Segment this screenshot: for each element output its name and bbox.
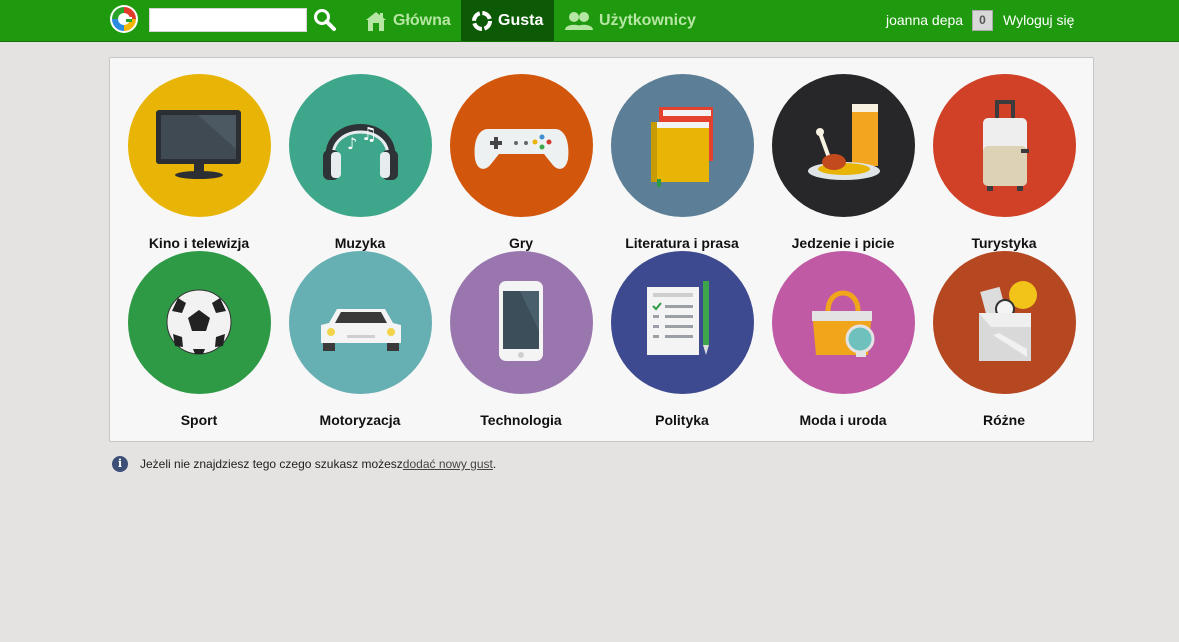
gamepad-icon [474, 129, 569, 169]
category-tile-sport[interactable]: Sport [119, 251, 279, 428]
category-circle [772, 251, 915, 394]
category-label: Jedzenie i picie [791, 235, 895, 251]
category-label: Sport [180, 412, 218, 428]
nav-item-gusta-label: Gusta [498, 11, 544, 29]
category-label: Polityka [655, 412, 709, 428]
category-tile-motoryzacja[interactable]: Motoryzacja [280, 251, 440, 428]
category-circle [450, 251, 593, 394]
box-icon [979, 281, 1037, 361]
smartphone-icon [499, 281, 543, 361]
football-icon [166, 289, 232, 355]
gusta-ring-icon [472, 10, 492, 31]
category-label: Muzyka [334, 235, 386, 251]
category-tile-polityka[interactable]: Polityka [602, 251, 762, 428]
category-label: Moda i uroda [799, 412, 887, 428]
info-icon: i [112, 456, 128, 472]
category-label: Turystyka [971, 235, 1037, 251]
category-tile-rozne[interactable]: Różne [924, 251, 1084, 428]
category-circle [933, 74, 1076, 217]
category-circle: ♪ ♫ [289, 74, 432, 217]
category-circle [611, 74, 754, 217]
category-circle [933, 251, 1076, 394]
nav-item-gusta[interactable]: Gusta [461, 0, 554, 41]
food-icon [808, 104, 880, 180]
add-new-gust-link[interactable]: dodać nowy gust [403, 457, 493, 471]
user-profile-link[interactable]: joanna depa [886, 12, 963, 28]
headphones-icon: ♪ ♫ [323, 124, 398, 180]
svg-text:♫: ♫ [361, 124, 377, 145]
tv-icon [156, 110, 241, 179]
info-message: i Jeżeli nie znajdziesz tego czego szuka… [112, 456, 496, 472]
svg-text:♪: ♪ [347, 134, 357, 153]
category-circle [611, 251, 754, 394]
categories-panel: Kino i telewizja ♪ ♫ Muzyka Gry Literatu… [109, 57, 1094, 442]
notification-counter[interactable]: 0 [972, 10, 993, 31]
document-pen-icon [647, 281, 709, 355]
search-input[interactable] [149, 8, 307, 32]
info-suffix: . [492, 457, 497, 471]
category-tile-kino[interactable]: Kino i telewizja [119, 74, 279, 251]
category-circle [450, 74, 593, 217]
nav-item-users[interactable]: Użytkownicy [564, 0, 696, 41]
nav-item-users-label: Użytkownicy [599, 11, 696, 29]
category-tile-turystyka[interactable]: Turystyka [924, 74, 1084, 251]
logout-link[interactable]: Wyloguj się [1003, 12, 1074, 28]
top-navigation-bar: Główna Gusta Użytkownicy joanna depa 0 W… [0, 0, 1179, 42]
books-icon [651, 107, 713, 187]
search-icon[interactable] [313, 8, 337, 32]
car-icon [321, 309, 401, 351]
category-label: Technologia [480, 412, 562, 428]
category-tile-muzyka[interactable]: ♪ ♫ Muzyka [280, 74, 440, 251]
category-tile-jedzenie[interactable]: Jedzenie i picie [763, 74, 923, 251]
category-label: Motoryzacja [319, 412, 401, 428]
category-tile-moda[interactable]: Moda i uroda [763, 251, 923, 428]
nav-item-home[interactable]: Główna [364, 0, 451, 41]
gusta-logo-icon[interactable] [109, 4, 139, 34]
category-label: Kino i telewizja [148, 235, 250, 251]
category-tile-gry[interactable]: Gry [441, 74, 601, 251]
category-circle [128, 74, 271, 217]
info-text: Jeżeli nie znajdziesz tego czego szukasz… [140, 457, 403, 471]
category-circle [128, 251, 271, 394]
category-tile-technologia[interactable]: Technologia [441, 251, 601, 428]
suitcase-icon [983, 100, 1029, 191]
handbag-icon [812, 290, 875, 357]
category-label: Różne [983, 412, 1025, 428]
nav-item-home-label: Główna [393, 11, 451, 29]
category-label: Literatura i prasa [625, 235, 739, 251]
home-icon [366, 11, 386, 31]
category-label: Gry [508, 235, 534, 251]
category-circle [289, 251, 432, 394]
category-circle [772, 74, 915, 217]
users-icon [565, 11, 593, 30]
category-tile-literatura[interactable]: Literatura i prasa [602, 74, 762, 251]
